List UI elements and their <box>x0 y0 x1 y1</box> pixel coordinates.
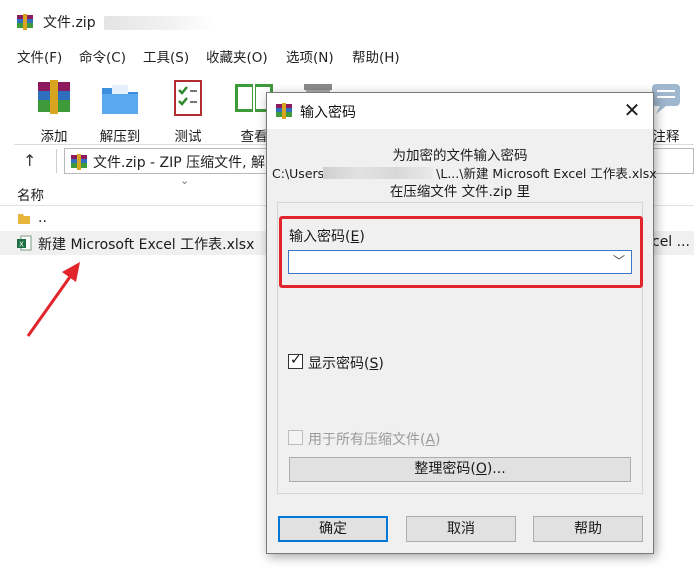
menu-favorites[interactable]: 收藏夹(O) <box>206 46 268 66</box>
organize-passwords-button[interactable]: 整理密码(O)... <box>289 457 631 482</box>
svg-text:X: X <box>19 241 24 249</box>
address-text: 文件.zip - ZIP 压缩文件, 解 <box>93 155 266 171</box>
password-label: 输入密码(E) <box>289 229 365 245</box>
cancel-button[interactable]: 取消 <box>406 516 516 542</box>
menu-tools[interactable]: 工具(S) <box>143 46 189 66</box>
winrar-app-icon <box>275 102 293 124</box>
check-icon: ✓ <box>290 352 302 368</box>
checkbox-box: ✓ <box>288 352 303 369</box>
address-divider <box>56 149 57 173</box>
red-annotation-arrow <box>26 262 80 337</box>
dialog-title-bar: 输入密码 ✕ <box>267 93 653 129</box>
use-for-all-label: 用于所有压缩文件(A) <box>308 432 441 448</box>
file-type-text: cel ... <box>652 234 691 250</box>
path-suffix: \L...\新建 Microsoft Excel 工作表.xlsx <box>436 166 657 181</box>
ok-button[interactable]: 确定 <box>278 516 388 542</box>
info-line-3: 在压缩文件 文件.zip 里 <box>389 184 531 200</box>
window-title: 文件.zip <box>43 15 96 31</box>
menu-options[interactable]: 选项(N) <box>286 46 334 66</box>
extract-to-label: 解压到 <box>99 129 141 145</box>
menu-help[interactable]: 帮助(H) <box>352 46 400 66</box>
add-archive-icon <box>38 80 70 114</box>
test-checklist-icon <box>174 80 202 116</box>
info-line-1: 为加密的文件输入密码 <box>392 148 528 164</box>
redacted-title-blur <box>104 16 214 30</box>
menu-file[interactable]: 文件(F) <box>17 46 62 66</box>
excel-file-icon: X <box>17 235 32 255</box>
title-bar: 文件.zip <box>0 0 694 44</box>
path-prefix: C:\Users <box>272 166 325 181</box>
column-name-label: 名称 <box>17 188 44 204</box>
test-label: 测试 <box>174 129 202 145</box>
folder-up-icon <box>17 211 31 229</box>
dialog-title: 输入密码 <box>300 105 356 121</box>
chevron-down-icon[interactable]: ﹀ <box>613 252 625 269</box>
password-input[interactable]: ﹀ <box>288 250 632 274</box>
checkbox-box <box>288 430 303 445</box>
sort-chevron-icon: ⌄ <box>180 174 190 187</box>
add-button[interactable]: 添加 <box>26 72 82 145</box>
file-name: 新建 Microsoft Excel 工作表.xlsx <box>38 237 255 253</box>
up-arrow-icon[interactable]: ↑ <box>23 151 36 170</box>
password-dialog: 输入密码 ✕ 为加密的文件输入密码 C:\Users \L...\新建 Micro… <box>266 92 657 554</box>
menu-commands[interactable]: 命令(C) <box>79 46 126 66</box>
extract-folder-icon <box>102 85 138 114</box>
file-name: .. <box>38 210 47 226</box>
test-button[interactable]: 测试 <box>160 72 216 145</box>
zip-archive-icon <box>70 153 88 175</box>
help-button[interactable]: 帮助 <box>533 516 643 542</box>
extract-to-button[interactable]: 解压到 <box>92 72 148 145</box>
add-label: 添加 <box>40 129 68 145</box>
close-icon[interactable]: ✕ <box>619 97 645 123</box>
menu-bar: 文件(F) 命令(C) 工具(S) 收藏夹(O) 选项(N) 帮助(H) <box>0 44 694 66</box>
winrar-app-icon <box>16 13 34 31</box>
show-password-label: 显示密码(S) <box>308 356 384 372</box>
redacted-path-blur <box>323 167 433 179</box>
